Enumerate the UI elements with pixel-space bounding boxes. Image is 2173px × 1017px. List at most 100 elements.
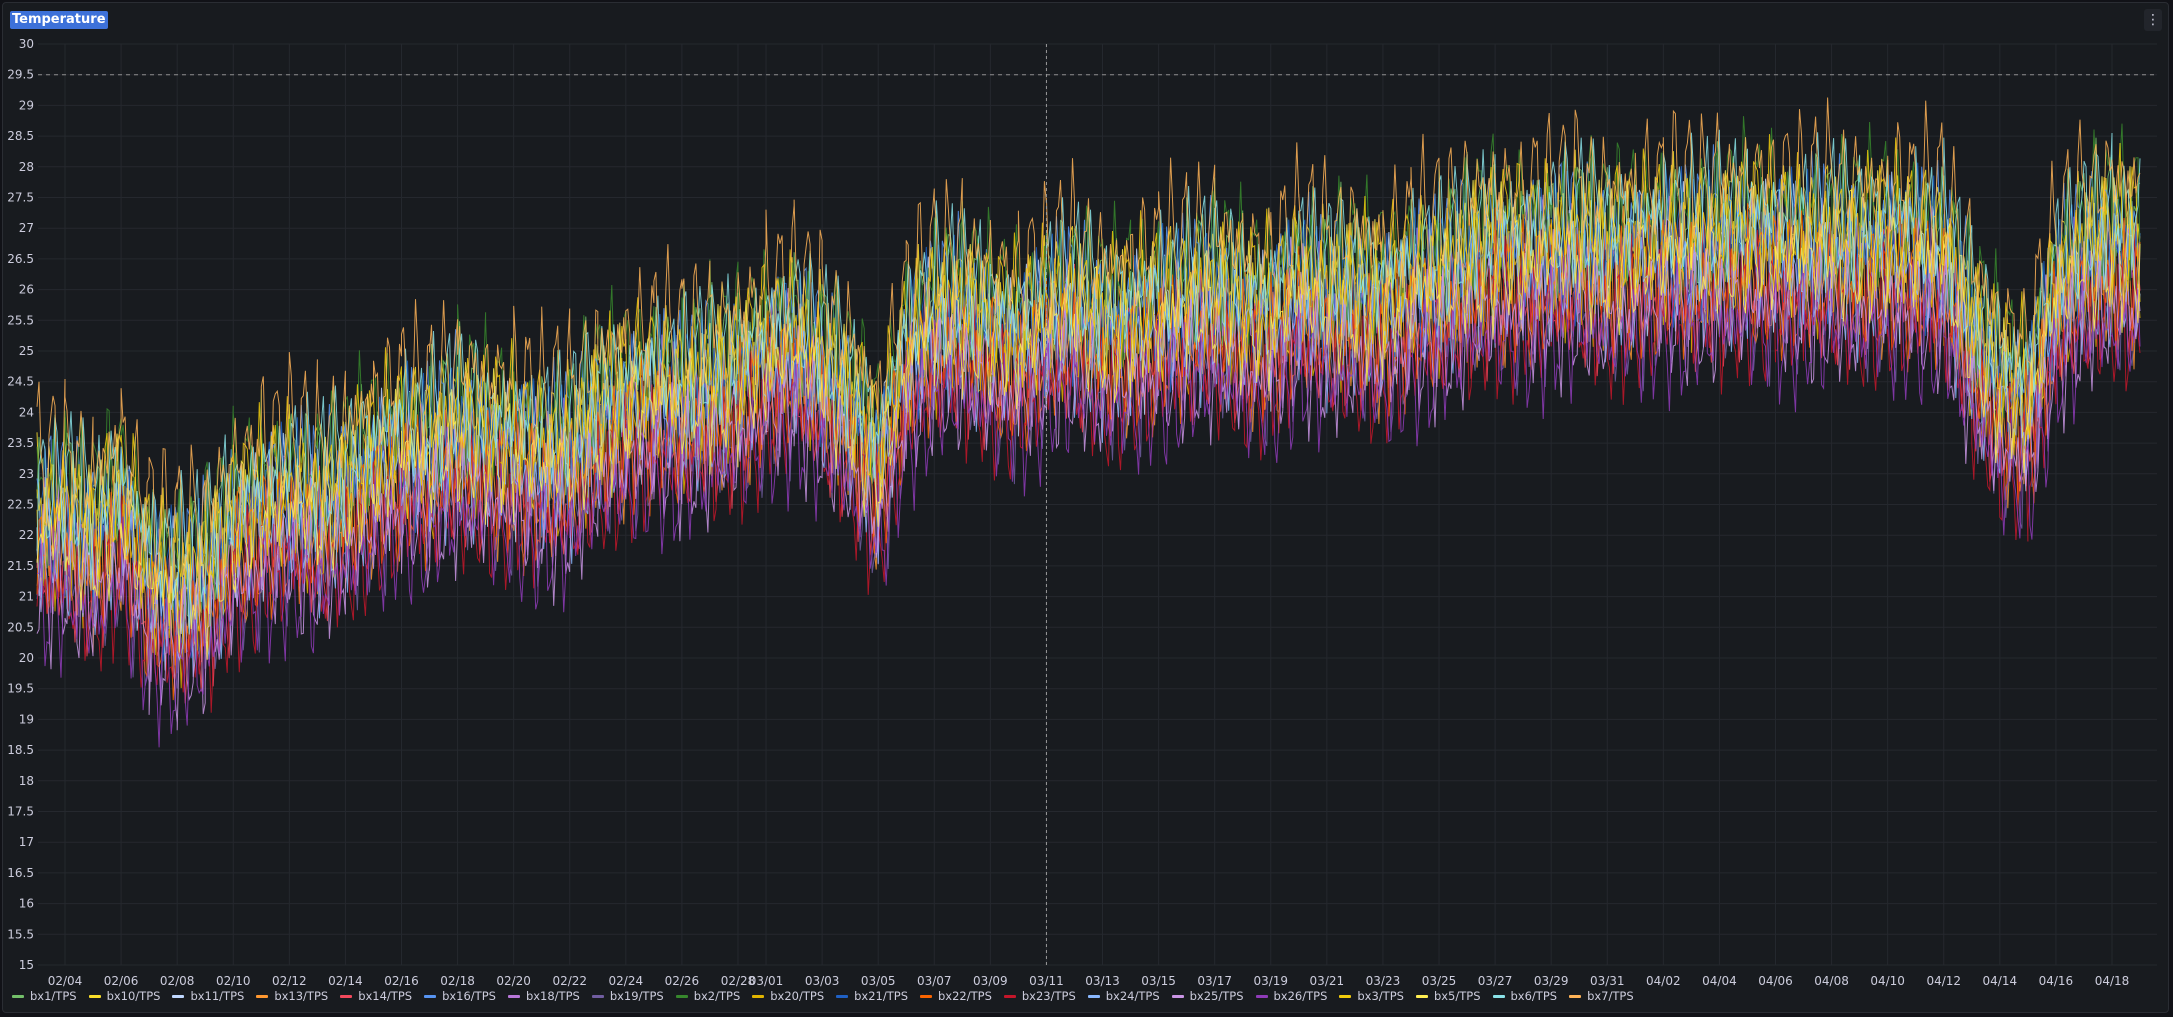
y-tick-label: 29 [19, 98, 34, 112]
x-tick-label: 04/12 [1926, 974, 1961, 988]
legend-swatch [1255, 994, 1268, 998]
legend-label: bx16/TPS [442, 989, 496, 1003]
legend-item[interactable]: bx24/TPS [1087, 989, 1160, 1003]
legend-swatch [1339, 994, 1352, 998]
y-tick-label: 27.5 [7, 191, 34, 205]
y-tick-label: 18 [19, 774, 34, 788]
x-tick-label: 03/19 [1253, 974, 1288, 988]
legend-item[interactable]: bx11/TPS [172, 989, 244, 1003]
legend-swatch [1569, 994, 1582, 998]
legend-label: bx24/TPS [1105, 989, 1160, 1003]
y-tick-label: 23.5 [7, 436, 34, 450]
y-tick-label: 28.5 [7, 129, 34, 143]
legend-item[interactable]: bx10/TPS [88, 989, 161, 1003]
y-tick-label: 21.5 [7, 559, 34, 573]
legend-item[interactable]: bx19/TPS [591, 989, 664, 1003]
y-tick-label: 19.5 [7, 682, 34, 696]
y-axis: 15 15.5 16 16.5 17 17.5 18 18.5 19 19.5 20 20.5 21 21… [7, 37, 34, 972]
legend-item[interactable]: bx13/TPS [256, 989, 328, 1003]
y-tick-label: 20.5 [7, 620, 34, 634]
legend-label: bx2/TPS [693, 989, 741, 1003]
legend-item[interactable]: bx14/TPS [340, 989, 412, 1003]
x-tick-label: 03/27 [1478, 974, 1513, 988]
legend-label: bx6/TPS [1510, 989, 1558, 1003]
x-tick-label: 03/29 [1534, 974, 1569, 988]
legend-label: bx19/TPS [609, 989, 664, 1003]
y-tick-label: 27 [19, 221, 34, 235]
legend-label: bx3/TPS [1357, 989, 1404, 1003]
x-tick-label: 04/18 [2095, 974, 2130, 988]
legend-swatch [1415, 994, 1428, 998]
legend-item[interactable]: bx18/TPS [507, 989, 580, 1003]
series-lines [36, 97, 2141, 748]
y-tick-label: 19 [19, 712, 34, 726]
temperature-chart[interactable]: 15 15.5 16 16.5 17 17.5 18 18.5 19 19.5 20 20.5 21 21… [0, 0, 2173, 1017]
x-tick-label: 02/06 [104, 974, 139, 988]
legend-item[interactable]: bx1/TPS [12, 989, 77, 1003]
y-tick-label: 25.5 [7, 313, 34, 327]
legend-swatch [1087, 994, 1100, 998]
legend-swatch [12, 994, 24, 998]
y-tick-label: 28 [19, 160, 34, 174]
legend-item[interactable]: bx16/TPS [424, 989, 496, 1003]
legend-item[interactable]: bx3/TPS [1339, 989, 1404, 1003]
legend-item[interactable]: bx20/TPS [752, 989, 824, 1003]
legend-label: bx21/TPS [854, 989, 908, 1003]
y-tick-label: 30 [19, 37, 34, 51]
legend-swatch [340, 994, 353, 998]
legend-item[interactable]: bx6/TPS [1492, 989, 1558, 1003]
y-tick-label: 25 [19, 344, 34, 358]
legend-swatch [88, 994, 101, 998]
legend-label: bx10/TPS [106, 989, 161, 1003]
legend-swatch [752, 994, 765, 998]
legend-swatch [424, 994, 437, 998]
y-tick-label: 22 [19, 528, 34, 542]
y-tick-label: 20 [19, 651, 34, 665]
x-tick-label: 02/12 [272, 974, 307, 988]
y-tick-label: 15.5 [7, 927, 34, 941]
legend-item[interactable]: bx26/TPS [1255, 989, 1328, 1003]
x-tick-label: 04/16 [2039, 974, 2074, 988]
chart-legend: bx1/TPS bx10/TPS bx11/TPS bx13/TPS bx14/TPS b… [12, 988, 1646, 1004]
legend-swatch [920, 994, 932, 998]
x-tick-label: 04/02 [1646, 974, 1681, 988]
legend-swatch [591, 994, 604, 998]
legend-swatch [256, 994, 269, 998]
x-tick-label: 03/13 [1085, 974, 1120, 988]
legend-item[interactable]: bx7/TPS [1569, 989, 1634, 1003]
x-tick-label: 03/31 [1590, 974, 1625, 988]
x-tick-label: 03/21 [1310, 974, 1345, 988]
legend-item[interactable]: bx25/TPS [1171, 989, 1244, 1003]
legend-item[interactable]: bx22/TPS [920, 989, 992, 1003]
legend-item[interactable]: bx21/TPS [836, 989, 908, 1003]
x-tick-label: 04/08 [1814, 974, 1849, 988]
y-tick-label: 15 [19, 958, 34, 972]
legend-label: bx22/TPS [938, 989, 992, 1003]
x-tick-label: 03/05 [861, 974, 896, 988]
legend-swatch [1171, 994, 1184, 998]
legend-label: bx5/TPS [1433, 989, 1481, 1003]
x-tick-label: 02/18 [440, 974, 475, 988]
x-tick-label: 03/09 [973, 974, 1008, 988]
y-tick-label: 18.5 [7, 743, 34, 757]
legend-label: bx20/TPS [770, 989, 825, 1003]
x-tick-label: 02/24 [609, 974, 644, 988]
legend-label: bx23/TPS [1021, 989, 1076, 1003]
x-tick-label: 04/10 [1870, 974, 1905, 988]
legend-item[interactable]: bx2/TPS [675, 989, 741, 1003]
y-tick-label: 23 [19, 467, 34, 481]
legend-swatch [1492, 994, 1505, 998]
x-tick-label: 02/10 [216, 974, 251, 988]
x-tick-label: 02/20 [496, 974, 531, 988]
legend-item[interactable]: bx5/TPS [1415, 989, 1481, 1003]
x-tick-label: 02/16 [384, 974, 419, 988]
legend-label: bx13/TPS [274, 989, 329, 1003]
legend-label: bx11/TPS [190, 989, 245, 1003]
legend-label: bx25/TPS [1189, 989, 1244, 1003]
x-tick-label: 02/08 [160, 974, 195, 988]
x-tick-label: 03/17 [1197, 974, 1232, 988]
legend-swatch [1003, 994, 1016, 998]
legend-label: bx26/TPS [1273, 989, 1328, 1003]
legend-swatch [172, 994, 185, 998]
legend-item[interactable]: bx23/TPS [1003, 989, 1076, 1003]
